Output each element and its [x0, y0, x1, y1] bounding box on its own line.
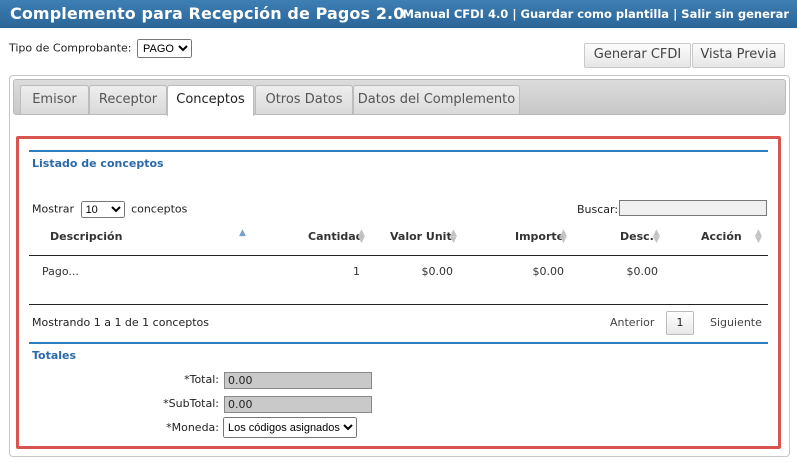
section-divider: [29, 150, 768, 152]
search-input[interactable]: [619, 200, 767, 216]
tipo-comprobante-label: Tipo de Comprobante:: [9, 41, 132, 55]
moneda-select[interactable]: Los códigos asignados: [223, 417, 357, 438]
sort-asc-icon: ▲: [239, 228, 246, 238]
mostrar-suffix: conceptos: [131, 202, 188, 216]
tab-conceptos[interactable]: Conceptos: [167, 85, 254, 116]
table-info: Mostrando 1 a 1 de 1 conceptos: [32, 316, 209, 329]
app-header: Complemento para Recepción de Pagos 2.0 …: [0, 0, 797, 28]
tab-emisor[interactable]: Emisor: [20, 85, 89, 114]
generar-cfdi-button[interactable]: Generar CFDI: [584, 43, 691, 68]
save-template-link[interactable]: Guardar como plantilla: [521, 7, 670, 21]
header-links: Manual CFDI 4.0 | Guardar como plantilla…: [403, 7, 789, 21]
sort-both-icon: ▲ ▼: [560, 228, 567, 245]
cell-importe: $0.00: [532, 265, 565, 278]
header-separator: |: [669, 7, 682, 21]
cell-valor-unit: $0.00: [421, 265, 454, 278]
app-title: Complemento para Recepción de Pagos 2.0: [10, 4, 405, 23]
page-length-select[interactable]: 10: [80, 201, 125, 218]
conceptos-section-title: Listado de conceptos: [32, 157, 164, 170]
tipo-comprobante: Tipo de Comprobante: PAGO: [9, 39, 192, 58]
pagination-previous[interactable]: Anterior: [610, 316, 654, 329]
cell-cantidad: 1: [353, 265, 360, 278]
buscar-label: Buscar:: [577, 203, 619, 216]
exit-link[interactable]: Salir sin generar: [681, 7, 789, 21]
tab-bar: Emisor Receptor Conceptos Otros Datos Da…: [13, 79, 786, 116]
page-length-control: Mostrar 10 conceptos: [32, 201, 187, 218]
cell-desc: $0.00: [626, 265, 659, 278]
tab-datos-complemento[interactable]: Datos del Complemento: [353, 85, 520, 114]
sort-both-icon: ▲ ▼: [653, 228, 660, 245]
sort-both-icon: ▲ ▼: [755, 228, 762, 245]
sort-both-icon: ▲ ▼: [358, 228, 365, 245]
table-header-divider: [29, 255, 768, 256]
tipo-comprobante-select[interactable]: PAGO: [137, 39, 192, 58]
column-header-importe[interactable]: Importe: [515, 230, 564, 243]
subtotal-field: 0.00: [224, 396, 372, 413]
tab-otros-datos[interactable]: Otros Datos: [255, 85, 353, 114]
totales-section-title: Totales: [32, 349, 77, 362]
column-header-valor-unit[interactable]: Valor Unit.: [390, 230, 456, 243]
tab-receptor[interactable]: Receptor: [89, 85, 167, 114]
column-header-cantidad[interactable]: Cantidad: [308, 230, 364, 243]
pagination-page-1[interactable]: 1: [666, 311, 694, 335]
cell-descripcion: Pago...: [42, 265, 79, 278]
manual-link[interactable]: Manual CFDI 4.0: [403, 7, 509, 21]
mostrar-label: Mostrar: [32, 202, 75, 216]
pagination-next[interactable]: Siguiente: [710, 316, 762, 329]
table-footer-divider: [29, 304, 768, 305]
header-separator: |: [508, 7, 521, 21]
sort-both-icon: ▲ ▼: [450, 228, 457, 245]
total-label: *Total:: [184, 373, 219, 386]
column-header-accion[interactable]: Acción: [701, 230, 742, 243]
subtotal-label: *SubTotal:: [163, 397, 219, 410]
vista-previa-button[interactable]: Vista Previa: [692, 43, 785, 68]
column-header-desc[interactable]: Desc.: [620, 230, 654, 243]
section-divider: [29, 342, 768, 344]
column-header-descripcion[interactable]: Descripción: [50, 230, 122, 243]
total-field: 0.00: [224, 372, 372, 389]
moneda-label: *Moneda:: [166, 421, 219, 434]
